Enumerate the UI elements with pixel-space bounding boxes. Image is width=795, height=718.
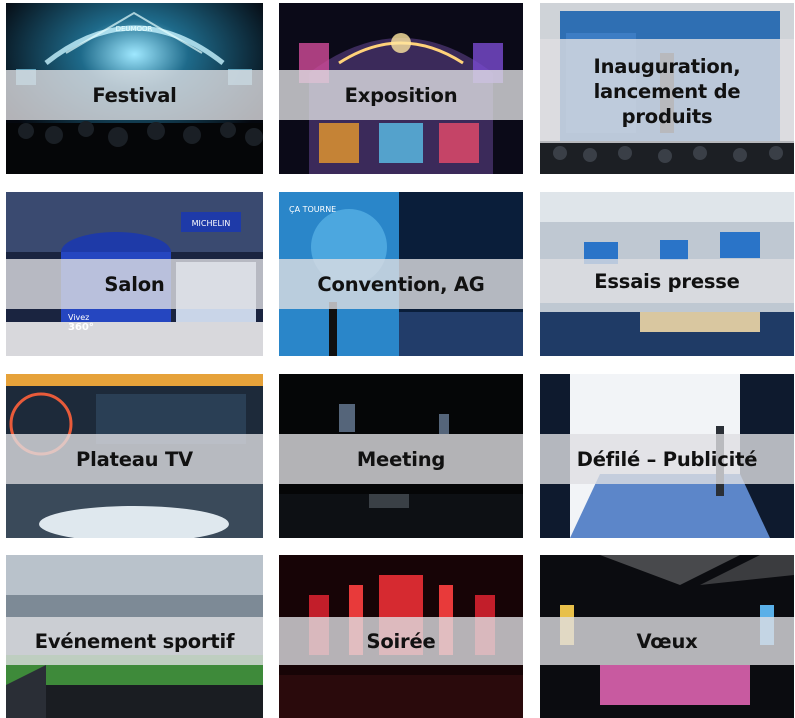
tile-label-band: Salon [6,259,263,309]
tile-label-plateau-tv: Plateau TV [76,447,193,471]
tile-label-soiree: Soirée [366,629,436,653]
tile-inauguration[interactable]: Inauguration, lancement de produits [540,3,794,174]
tile-evenement-sportif[interactable]: Evénement sportif [6,555,263,718]
tile-label-band: Vœux [540,617,794,665]
tile-label-band: Meeting [279,434,523,484]
tile-label-band: Convention, AG [279,259,523,309]
tile-label-salon: Salon [104,272,165,296]
tile-exposition[interactable]: Exposition [279,3,523,174]
tile-meeting[interactable]: Meeting [279,374,523,538]
tile-label-evenement-sportif: Evénement sportif [34,629,235,653]
tile-label-meeting: Meeting [356,447,446,471]
tile-convention[interactable]: ÇA TOURNE Convention, AG [279,192,523,356]
tile-label-band: Défilé – Publicité [540,434,794,484]
tile-label-defile-publicite: Défilé – Publicité [576,447,758,471]
tile-label-festival: Festival [92,83,177,107]
tile-plateau-tv[interactable]: Plateau TV [6,374,263,538]
festival-banner-text: DEUMOOR [116,25,153,33]
tile-festival[interactable]: DEUMOOR Festival [6,3,263,174]
tile-label-inauguration: Inauguration, lancement de produits [593,54,741,128]
tile-salon[interactable]: MICHELIN Vivez 360° Salon [6,192,263,356]
tile-label-band: Essais presse [540,259,794,303]
tile-label-exposition: Exposition [344,83,458,107]
tile-label-convention: Convention, AG [317,272,485,296]
tile-label-voeux: Vœux [636,629,698,653]
convention-backdrop-text: ÇA TOURNE [289,205,336,214]
tile-voeux[interactable]: Vœux [540,555,794,718]
tile-soiree[interactable]: Soirée [279,555,523,718]
tile-essais-presse[interactable]: Essais presse [540,192,794,356]
tile-label-band: Soirée [279,617,523,665]
tile-label-band: Plateau TV [6,434,263,484]
tile-label-essais-presse: Essais presse [594,269,740,293]
salon-brand-text: MICHELIN [192,219,231,228]
tile-label-band: Exposition [279,70,523,120]
tile-label-band: Inauguration, lancement de produits [540,39,794,143]
tile-label-band: Evénement sportif [6,617,263,665]
tile-label-band: Festival [6,70,263,120]
salon-slogan-1: Vivez [68,313,89,322]
salon-slogan-2: 360° [68,322,94,333]
tile-defile-publicite[interactable]: Défilé – Publicité [540,374,794,538]
